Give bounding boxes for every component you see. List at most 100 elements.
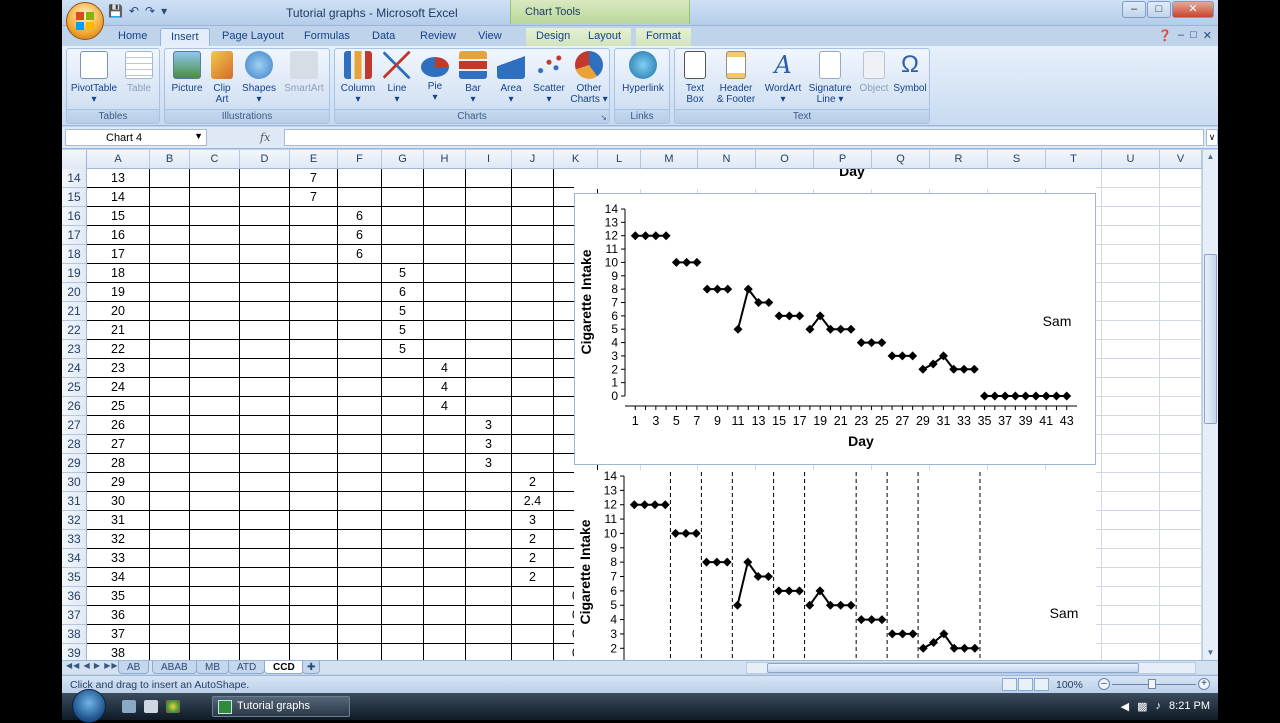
cell-i27[interactable]: 3 <box>466 416 512 435</box>
cell-e31[interactable] <box>290 492 338 511</box>
row-header[interactable]: 26 <box>62 397 87 416</box>
cell-h17[interactable] <box>424 226 466 245</box>
cell-g14[interactable] <box>382 169 424 188</box>
cell-g16[interactable] <box>382 207 424 226</box>
horizontal-scroll-thumb[interactable] <box>767 663 1139 673</box>
cell-v25[interactable] <box>1160 378 1202 397</box>
cell-v14[interactable] <box>1160 169 1202 188</box>
tab-formulas[interactable]: Formulas <box>294 28 360 46</box>
cell-e19[interactable] <box>290 264 338 283</box>
cell-h34[interactable] <box>424 549 466 568</box>
cell-c35[interactable] <box>190 568 240 587</box>
cell-i31[interactable] <box>466 492 512 511</box>
sheet-tab-ccd[interactable]: CCD <box>264 661 304 674</box>
show-desktop-icon[interactable] <box>122 700 136 713</box>
cell-a37[interactable]: 36 <box>87 606 150 625</box>
cell-f39[interactable] <box>338 644 382 660</box>
cell-j19[interactable] <box>512 264 554 283</box>
cell-g39[interactable] <box>382 644 424 660</box>
expand-formula-bar-icon[interactable]: ∨ <box>1206 129 1218 146</box>
cell-e30[interactable] <box>290 473 338 492</box>
cell-c37[interactable] <box>190 606 240 625</box>
cell-e29[interactable] <box>290 454 338 473</box>
cell-e39[interactable] <box>290 644 338 660</box>
column-header-e[interactable]: E <box>290 150 338 169</box>
cell-d15[interactable] <box>240 188 290 207</box>
cell-d21[interactable] <box>240 302 290 321</box>
header-footer-button[interactable]: Header & Footer <box>713 51 759 105</box>
cell-f31[interactable] <box>338 492 382 511</box>
cell-v21[interactable] <box>1160 302 1202 321</box>
cell-c36[interactable] <box>190 587 240 606</box>
cell-j20[interactable] <box>512 283 554 302</box>
column-header-r[interactable]: R <box>930 150 988 169</box>
cell-h38[interactable] <box>424 625 466 644</box>
cell-f28[interactable] <box>338 435 382 454</box>
cell-h36[interactable] <box>424 587 466 606</box>
column-header-o[interactable]: O <box>756 150 814 169</box>
cell-d17[interactable] <box>240 226 290 245</box>
cell-d25[interactable] <box>240 378 290 397</box>
cell-g33[interactable] <box>382 530 424 549</box>
insert-function-icon[interactable]: fx <box>260 131 270 144</box>
cell-a36[interactable]: 35 <box>87 587 150 606</box>
column-header-j[interactable]: J <box>512 150 554 169</box>
cell-g35[interactable] <box>382 568 424 587</box>
tab-page-layout[interactable]: Page Layout <box>212 28 294 46</box>
cell-b39[interactable] <box>150 644 190 660</box>
volume-icon[interactable]: ♪ <box>1156 700 1162 713</box>
cell-h29[interactable] <box>424 454 466 473</box>
cell-u30[interactable] <box>1102 473 1160 492</box>
help-icon[interactable]: ❓ <box>1158 29 1172 42</box>
cell-e14[interactable]: 7 <box>290 169 338 188</box>
column-header-k[interactable]: K <box>554 150 598 169</box>
cell-c26[interactable] <box>190 397 240 416</box>
column-header-b[interactable]: B <box>150 150 190 169</box>
cell-u26[interactable] <box>1102 397 1160 416</box>
row-header[interactable]: 36 <box>62 587 87 606</box>
cell-u27[interactable] <box>1102 416 1160 435</box>
cell-b31[interactable] <box>150 492 190 511</box>
cell-v23[interactable] <box>1160 340 1202 359</box>
cell-e36[interactable] <box>290 587 338 606</box>
cell-d20[interactable] <box>240 283 290 302</box>
cell-h26[interactable]: 4 <box>424 397 466 416</box>
cell-b35[interactable] <box>150 568 190 587</box>
cell-i32[interactable] <box>466 511 512 530</box>
cell-f25[interactable] <box>338 378 382 397</box>
cell-b21[interactable] <box>150 302 190 321</box>
column-header-a[interactable]: A <box>87 150 150 169</box>
tab-layout[interactable]: Layout <box>578 28 632 46</box>
cell-j21[interactable] <box>512 302 554 321</box>
cell-v36[interactable] <box>1160 587 1202 606</box>
cell-a22[interactable]: 21 <box>87 321 150 340</box>
cell-e37[interactable] <box>290 606 338 625</box>
insert-sheet-icon[interactable]: ✚ <box>302 661 321 674</box>
cell-i29[interactable]: 3 <box>466 454 512 473</box>
cell-f18[interactable]: 6 <box>338 245 382 264</box>
cell-f27[interactable] <box>338 416 382 435</box>
cell-e33[interactable] <box>290 530 338 549</box>
cell-g24[interactable] <box>382 359 424 378</box>
close-button[interactable]: ✕ <box>1172 1 1214 18</box>
undo-icon[interactable]: ↶ <box>129 4 139 18</box>
cell-f32[interactable] <box>338 511 382 530</box>
cell-f20[interactable] <box>338 283 382 302</box>
cell-d18[interactable] <box>240 245 290 264</box>
formula-input[interactable] <box>284 129 1204 146</box>
cell-b28[interactable] <box>150 435 190 454</box>
cell-i16[interactable] <box>466 207 512 226</box>
cell-c17[interactable] <box>190 226 240 245</box>
cell-b38[interactable] <box>150 625 190 644</box>
column-chart-button[interactable]: Column ▾ <box>337 51 379 105</box>
row-header[interactable]: 34 <box>62 549 87 568</box>
cell-a19[interactable]: 18 <box>87 264 150 283</box>
zoom-out-icon[interactable]: – <box>1098 678 1110 690</box>
row-header[interactable]: 23 <box>62 340 87 359</box>
cell-a38[interactable]: 37 <box>87 625 150 644</box>
wordart-button[interactable]: A WordArt ▾ <box>761 51 805 105</box>
cell-h31[interactable] <box>424 492 466 511</box>
cell-f38[interactable] <box>338 625 382 644</box>
cell-d31[interactable] <box>240 492 290 511</box>
cell-v30[interactable] <box>1160 473 1202 492</box>
